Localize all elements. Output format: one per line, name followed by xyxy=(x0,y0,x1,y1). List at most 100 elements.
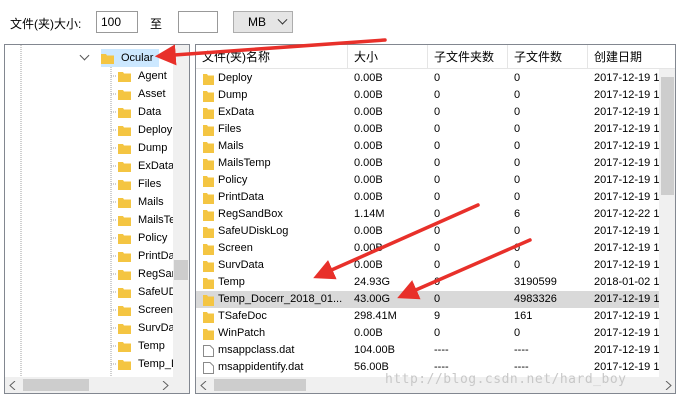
file-list[interactable]: 文件(夹)名称 大小 子文件夹数 子文件数 创建日期 Deploy 0.00B 0 0… xyxy=(195,44,676,394)
folder-icon xyxy=(203,329,214,340)
cell-date: 2017-12-19 15 xyxy=(594,123,666,135)
folder-icon xyxy=(118,342,131,352)
table-row[interactable]: Mails 0.00B 0 0 2017-12-19 15 xyxy=(196,138,666,155)
table-row[interactable]: Policy 0.00B 0 0 2017-12-19 15 xyxy=(196,172,666,189)
table-row[interactable]: MailsTemp 0.00B 0 0 2017-12-19 15 xyxy=(196,155,666,172)
cell-files: 0 xyxy=(514,89,521,101)
folder-icon xyxy=(203,261,214,272)
tree-node-data[interactable]: Data xyxy=(118,103,178,121)
table-row[interactable]: Dump 0.00B 0 0 2017-12-19 15 xyxy=(196,87,666,104)
scrollbar-thumb[interactable] xyxy=(661,77,674,195)
tree-node-temp-docerr-2018-01[interactable]: Temp_Docerr_2018_01 xyxy=(118,355,189,373)
cell-files: 6 xyxy=(514,208,521,220)
cell-size: 104.00B xyxy=(354,344,395,356)
table-row[interactable]: Files 0.00B 0 0 2017-12-19 15 xyxy=(196,121,666,138)
cell-size: 0.00B xyxy=(354,106,383,118)
table-row[interactable]: SafeUDiskLog 0.00B 0 0 2017-12-19 15 xyxy=(196,223,666,240)
cell-subdirs: 0 xyxy=(434,157,441,169)
tree-node-mailstemp[interactable]: MailsTemp xyxy=(118,211,189,229)
scrollbar-thumb[interactable] xyxy=(23,379,89,391)
tree-node-label: Files xyxy=(138,178,162,190)
tree-node-deploy[interactable]: Deploy xyxy=(118,121,178,139)
scroll-right-icon[interactable] xyxy=(664,381,672,390)
tree-node-temp[interactable]: Temp xyxy=(118,337,178,355)
cell-files: 0 xyxy=(514,72,521,84)
column-header-files[interactable]: 子文件数 xyxy=(508,45,588,69)
tree-node-printdata[interactable]: PrintData xyxy=(118,247,184,265)
folder-icon xyxy=(203,125,214,136)
unit-select[interactable]: MB xyxy=(233,11,293,33)
tree-node-label: Mails xyxy=(138,196,164,208)
scroll-left-icon[interactable] xyxy=(9,381,17,390)
tree-node-asset[interactable]: Asset xyxy=(118,85,178,103)
folder-icon xyxy=(203,74,214,85)
scrollbar-thumb[interactable] xyxy=(214,379,306,391)
cell-files: 0 xyxy=(514,174,521,186)
tree-node-safeudisklog[interactable]: SafeUDiskLog xyxy=(118,283,189,301)
min-size-input[interactable]: 100 xyxy=(96,11,138,33)
table-row[interactable]: WinPatch 0.00B 0 0 2017-12-19 15 xyxy=(196,325,666,342)
cell-files: 0 xyxy=(514,327,521,339)
cell-files: 0 xyxy=(514,123,521,135)
list-vertical-scrollbar[interactable] xyxy=(659,69,675,379)
scroll-right-icon[interactable] xyxy=(161,381,169,390)
tree-node-policy[interactable]: Policy xyxy=(118,229,178,247)
tree-node-regsandbox[interactable]: RegSandBox xyxy=(118,265,189,283)
tree-node-label: Agent xyxy=(138,70,167,82)
max-size-input[interactable] xyxy=(178,11,218,33)
scroll-left-icon[interactable] xyxy=(200,381,208,390)
table-row[interactable]: ExData 0.00B 0 0 2017-12-19 15 xyxy=(196,104,666,121)
tree-node-exdata[interactable]: ExData xyxy=(118,157,178,175)
cell-subdirs: 0 xyxy=(434,276,441,288)
column-header-name[interactable]: 文件(夹)名称 xyxy=(196,45,348,69)
folder-icon xyxy=(203,176,214,187)
scrollbar-thumb[interactable] xyxy=(174,260,188,280)
table-row[interactable]: Deploy 0.00B 0 0 2017-12-19 15 xyxy=(196,70,666,87)
folder-icon xyxy=(203,142,214,153)
tree-node-root[interactable]: Ocular xyxy=(101,49,159,67)
table-row[interactable]: Screen 0.00B 0 0 2017-12-19 15 xyxy=(196,240,666,257)
cell-date: 2017-12-19 15 xyxy=(594,191,666,203)
tree-node-survdata[interactable]: SurvData xyxy=(118,319,184,337)
cell-subdirs: 0 xyxy=(434,106,441,118)
tree-horizontal-scrollbar[interactable] xyxy=(5,377,189,393)
cell-date: 2017-12-19 15 xyxy=(594,259,666,271)
cell-name: MailsTemp xyxy=(218,157,271,169)
cell-name: msappidentify.dat xyxy=(218,361,304,373)
cell-name: WinPatch xyxy=(218,327,266,339)
table-row[interactable]: Temp 24.93G 0 3190599 2018-01-02 11 xyxy=(196,274,666,291)
tree-node-files[interactable]: Files xyxy=(118,175,178,193)
cell-size: 0.00B xyxy=(354,157,383,169)
column-header-size[interactable]: 大小 xyxy=(348,45,428,69)
tree-node-mails[interactable]: Mails xyxy=(118,193,178,211)
tree-node-label: Policy xyxy=(138,232,168,244)
table-row[interactable]: PrintData 0.00B 0 0 2017-12-19 15 xyxy=(196,189,666,206)
folder-icon xyxy=(203,91,214,102)
table-row[interactable]: msappclass.dat 104.00B ---- ---- 2017-12-19 … xyxy=(196,342,666,359)
folder-icon xyxy=(118,108,131,118)
cell-date: 2017-12-19 15 xyxy=(594,157,666,169)
table-row[interactable]: RegSandBox 1.14M 0 6 2017-12-22 14 xyxy=(196,206,666,223)
cell-name: Temp_Docerr_2018_01... xyxy=(218,293,343,305)
tree-node-label: Temp xyxy=(138,340,165,352)
table-row[interactable]: TSafeDoc 298.41M 9 161 2017-12-19 15 xyxy=(196,308,666,325)
column-header-subdirs[interactable]: 子文件夹数 xyxy=(428,45,508,69)
tree-node-agent[interactable]: Agent xyxy=(118,67,178,85)
cell-name: Deploy xyxy=(218,72,253,84)
cell-date: 2017-12-22 14 xyxy=(594,208,666,220)
cell-name: Temp xyxy=(218,276,245,288)
unit-select-value: MB xyxy=(248,15,266,29)
tree-node-screen[interactable]: Screen xyxy=(118,301,178,319)
cell-name: TSafeDoc xyxy=(218,310,267,322)
cell-name: Policy xyxy=(218,174,248,186)
folder-icon xyxy=(203,210,214,221)
table-row[interactable]: Temp_Docerr_2018_01... 43.00G 0 4983326 2017… xyxy=(196,291,666,308)
column-header-date[interactable]: 创建日期 xyxy=(588,45,675,69)
table-row[interactable]: SurvData 0.00B 0 0 2017-12-19 15 xyxy=(196,257,666,274)
tree-node-label: Data xyxy=(138,106,162,118)
tree-vertical-scrollbar[interactable] xyxy=(173,45,189,379)
tree-node-dump[interactable]: Dump xyxy=(118,139,178,157)
cell-subdirs: 9 xyxy=(434,310,441,322)
cell-files: 0 xyxy=(514,259,521,271)
folder-tree[interactable]: Ocular Agent Asset Data Deploy Dump ExData Fil… xyxy=(4,44,190,394)
